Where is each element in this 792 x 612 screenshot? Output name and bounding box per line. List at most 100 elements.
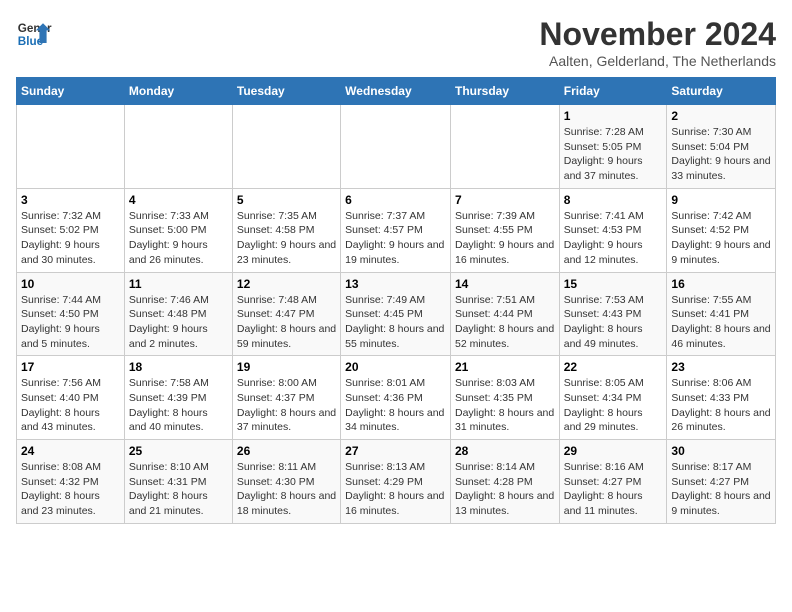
day-info: Sunrise: 8:16 AM Sunset: 4:27 PM Dayligh… xyxy=(564,460,663,519)
day-info: Sunrise: 8:14 AM Sunset: 4:28 PM Dayligh… xyxy=(455,460,555,519)
day-info: Sunrise: 7:37 AM Sunset: 4:57 PM Dayligh… xyxy=(345,209,446,268)
day-number: 24 xyxy=(21,444,120,458)
calendar-cell: 19 Sunrise: 8:00 AM Sunset: 4:37 PM Dayli… xyxy=(232,356,340,440)
calendar-cell: 8Sunrise: 7:41 AM Sunset: 4:53 PM Daylig… xyxy=(559,188,667,272)
day-number: 30 xyxy=(671,444,771,458)
day-number: 23 xyxy=(671,360,771,374)
calendar-cell: 10 Sunrise: 7:44 AM Sunset: 4:50 PM Dayli… xyxy=(17,272,125,356)
week-row-1: 1 Sunrise: 7:28 AM Sunset: 5:05 PM Daylig… xyxy=(17,105,776,189)
calendar-cell: 6 Sunrise: 7:37 AM Sunset: 4:57 PM Daylig… xyxy=(341,188,451,272)
calendar-cell: 7Sunrise: 7:39 AM Sunset: 4:55 PM Daylig… xyxy=(450,188,559,272)
weekday-header-sunday: Sunday xyxy=(17,78,125,105)
calendar-cell: 18 Sunrise: 7:58 AM Sunset: 4:39 PM Dayli… xyxy=(124,356,232,440)
week-row-4: 17 Sunrise: 7:56 AM Sunset: 4:40 PM Dayli… xyxy=(17,356,776,440)
day-info: Sunrise: 7:44 AM Sunset: 4:50 PM Dayligh… xyxy=(21,293,120,352)
day-info: Sunrise: 7:55 AM Sunset: 4:41 PM Dayligh… xyxy=(671,293,771,352)
day-number: 25 xyxy=(129,444,228,458)
calendar-cell: 23 Sunrise: 8:06 AM Sunset: 4:33 PM Dayli… xyxy=(667,356,776,440)
day-info: Sunrise: 7:46 AM Sunset: 4:48 PM Dayligh… xyxy=(129,293,228,352)
day-number: 18 xyxy=(129,360,228,374)
day-number: 19 xyxy=(237,360,336,374)
day-info: Sunrise: 7:56 AM Sunset: 4:40 PM Dayligh… xyxy=(21,376,120,435)
weekday-row: SundayMondayTuesdayWednesdayThursdayFrid… xyxy=(17,78,776,105)
calendar-cell: 25 Sunrise: 8:10 AM Sunset: 4:31 PM Dayli… xyxy=(124,440,232,524)
day-info: Sunrise: 7:28 AM Sunset: 5:05 PM Dayligh… xyxy=(564,125,663,184)
day-number: 2 xyxy=(671,109,771,123)
day-info: Sunrise: 8:11 AM Sunset: 4:30 PM Dayligh… xyxy=(237,460,336,519)
calendar-table: SundayMondayTuesdayWednesdayThursdayFrid… xyxy=(16,77,776,524)
day-info: Sunrise: 7:53 AM Sunset: 4:43 PM Dayligh… xyxy=(564,293,663,352)
day-info: Sunrise: 7:30 AM Sunset: 5:04 PM Dayligh… xyxy=(671,125,771,184)
calendar-header: SundayMondayTuesdayWednesdayThursdayFrid… xyxy=(17,78,776,105)
calendar-cell: 30 Sunrise: 8:17 AM Sunset: 4:27 PM Dayli… xyxy=(667,440,776,524)
day-info: Sunrise: 7:42 AM Sunset: 4:52 PM Dayligh… xyxy=(671,209,771,268)
day-number: 7 xyxy=(455,193,555,207)
logo: General Blue General Blue xyxy=(16,16,52,52)
day-info: Sunrise: 7:32 AM Sunset: 5:02 PM Dayligh… xyxy=(21,209,120,268)
day-number: 13 xyxy=(345,277,446,291)
calendar-cell xyxy=(124,105,232,189)
day-number: 26 xyxy=(237,444,336,458)
calendar-cell: 11 Sunrise: 7:46 AM Sunset: 4:48 PM Dayli… xyxy=(124,272,232,356)
location-subtitle: Aalten, Gelderland, The Netherlands xyxy=(539,53,776,69)
day-info: Sunrise: 8:08 AM Sunset: 4:32 PM Dayligh… xyxy=(21,460,120,519)
day-number: 20 xyxy=(345,360,446,374)
calendar-cell: 24 Sunrise: 8:08 AM Sunset: 4:32 PM Dayli… xyxy=(17,440,125,524)
day-number: 27 xyxy=(345,444,446,458)
day-info: Sunrise: 7:33 AM Sunset: 5:00 PM Dayligh… xyxy=(129,209,228,268)
day-number: 8 xyxy=(564,193,663,207)
day-number: 29 xyxy=(564,444,663,458)
day-info: Sunrise: 8:10 AM Sunset: 4:31 PM Dayligh… xyxy=(129,460,228,519)
calendar-cell xyxy=(232,105,340,189)
weekday-header-saturday: Saturday xyxy=(667,78,776,105)
day-number: 1 xyxy=(564,109,663,123)
calendar-cell xyxy=(17,105,125,189)
calendar-cell: 17 Sunrise: 7:56 AM Sunset: 4:40 PM Dayli… xyxy=(17,356,125,440)
day-number: 28 xyxy=(455,444,555,458)
weekday-header-tuesday: Tuesday xyxy=(232,78,340,105)
title-block: November 2024 Aalten, Gelderland, The Ne… xyxy=(539,16,776,69)
calendar-cell: 1 Sunrise: 7:28 AM Sunset: 5:05 PM Daylig… xyxy=(559,105,667,189)
day-info: Sunrise: 8:06 AM Sunset: 4:33 PM Dayligh… xyxy=(671,376,771,435)
calendar-cell: 20 Sunrise: 8:01 AM Sunset: 4:36 PM Dayli… xyxy=(341,356,451,440)
day-number: 12 xyxy=(237,277,336,291)
day-info: Sunrise: 8:01 AM Sunset: 4:36 PM Dayligh… xyxy=(345,376,446,435)
day-number: 10 xyxy=(21,277,120,291)
day-number: 14 xyxy=(455,277,555,291)
page-header: General Blue General Blue November 2024 … xyxy=(16,16,776,69)
month-title: November 2024 xyxy=(539,16,776,53)
weekday-header-thursday: Thursday xyxy=(450,78,559,105)
day-number: 21 xyxy=(455,360,555,374)
day-number: 5 xyxy=(237,193,336,207)
calendar-body: 1 Sunrise: 7:28 AM Sunset: 5:05 PM Daylig… xyxy=(17,105,776,524)
calendar-cell: 27Sunrise: 8:13 AM Sunset: 4:29 PM Dayli… xyxy=(341,440,451,524)
day-info: Sunrise: 8:17 AM Sunset: 4:27 PM Dayligh… xyxy=(671,460,771,519)
calendar-cell xyxy=(341,105,451,189)
calendar-cell: 29 Sunrise: 8:16 AM Sunset: 4:27 PM Dayli… xyxy=(559,440,667,524)
calendar-cell: 15Sunrise: 7:53 AM Sunset: 4:43 PM Dayli… xyxy=(559,272,667,356)
day-info: Sunrise: 8:05 AM Sunset: 4:34 PM Dayligh… xyxy=(564,376,663,435)
day-info: Sunrise: 7:51 AM Sunset: 4:44 PM Dayligh… xyxy=(455,293,555,352)
day-info: Sunrise: 7:48 AM Sunset: 4:47 PM Dayligh… xyxy=(237,293,336,352)
week-row-3: 10 Sunrise: 7:44 AM Sunset: 4:50 PM Dayli… xyxy=(17,272,776,356)
calendar-cell: 22Sunrise: 8:05 AM Sunset: 4:34 PM Dayli… xyxy=(559,356,667,440)
day-info: Sunrise: 8:00 AM Sunset: 4:37 PM Dayligh… xyxy=(237,376,336,435)
day-info: Sunrise: 8:03 AM Sunset: 4:35 PM Dayligh… xyxy=(455,376,555,435)
calendar-cell: 14 Sunrise: 7:51 AM Sunset: 4:44 PM Dayli… xyxy=(450,272,559,356)
week-row-2: 3 Sunrise: 7:32 AM Sunset: 5:02 PM Daylig… xyxy=(17,188,776,272)
calendar-cell: 28 Sunrise: 8:14 AM Sunset: 4:28 PM Dayli… xyxy=(450,440,559,524)
calendar-cell: 3 Sunrise: 7:32 AM Sunset: 5:02 PM Daylig… xyxy=(17,188,125,272)
calendar-cell: 4Sunrise: 7:33 AM Sunset: 5:00 PM Daylig… xyxy=(124,188,232,272)
day-number: 9 xyxy=(671,193,771,207)
day-number: 17 xyxy=(21,360,120,374)
calendar-cell xyxy=(450,105,559,189)
day-info: Sunrise: 7:58 AM Sunset: 4:39 PM Dayligh… xyxy=(129,376,228,435)
calendar-cell: 13Sunrise: 7:49 AM Sunset: 4:45 PM Dayli… xyxy=(341,272,451,356)
day-number: 6 xyxy=(345,193,446,207)
calendar-cell: 5Sunrise: 7:35 AM Sunset: 4:58 PM Daylig… xyxy=(232,188,340,272)
calendar-cell: 12 Sunrise: 7:48 AM Sunset: 4:47 PM Dayli… xyxy=(232,272,340,356)
weekday-header-friday: Friday xyxy=(559,78,667,105)
weekday-header-wednesday: Wednesday xyxy=(341,78,451,105)
day-number: 11 xyxy=(129,277,228,291)
day-number: 3 xyxy=(21,193,120,207)
